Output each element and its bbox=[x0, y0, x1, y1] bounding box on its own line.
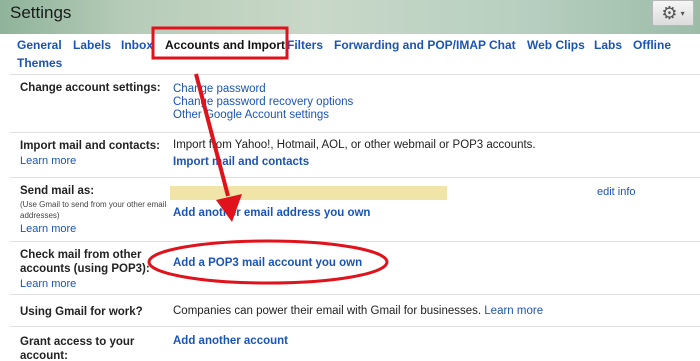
row-content: Add a POP3 mail account you own bbox=[173, 257, 693, 270]
tab-filters[interactable]: Filters bbox=[287, 38, 323, 52]
change-recovery-options-link[interactable]: Change password recovery options bbox=[173, 96, 693, 109]
tab-web-clips[interactable]: Web Clips bbox=[527, 38, 585, 52]
row-label: Check mail from other accounts (using PO… bbox=[20, 248, 170, 291]
add-another-account-link[interactable]: Add another account bbox=[173, 335, 288, 347]
settings-tabs: General Labels Inbox Accounts and Import… bbox=[10, 34, 700, 74]
chevron-down-icon: ▾ bbox=[680, 8, 685, 18]
add-email-address-link[interactable]: Add another email address you own bbox=[173, 207, 370, 219]
tab-forwarding-pop-imap[interactable]: Forwarding and POP/IMAP bbox=[334, 38, 486, 52]
redacted-email-address bbox=[170, 186, 447, 200]
row-label: Change account settings: bbox=[20, 82, 161, 94]
add-pop3-account-link[interactable]: Add a POP3 mail account you own bbox=[173, 257, 362, 269]
check-mail-label: Check mail from other accounts (using PO… bbox=[20, 249, 150, 275]
row-content: Add another email address you own bbox=[173, 207, 693, 220]
row-content: Add another account bbox=[173, 335, 693, 348]
tab-inbox[interactable]: Inbox bbox=[121, 38, 153, 52]
gmail-for-work-text: Companies can power their email with Gma… bbox=[173, 305, 482, 317]
page-title: Settings bbox=[10, 3, 72, 22]
learn-more-link[interactable]: Learn more bbox=[484, 305, 543, 317]
gear-icon: ⚙ bbox=[661, 3, 678, 23]
learn-more-link[interactable]: Learn more bbox=[20, 277, 170, 291]
row-content: Import from Yahoo!, Hotmail, AOL, or oth… bbox=[173, 139, 693, 169]
row-label: Send mail as: (Use Gmail to send from yo… bbox=[20, 184, 170, 236]
change-password-link[interactable]: Change password bbox=[173, 83, 693, 96]
tab-general[interactable]: General bbox=[17, 38, 62, 52]
tab-accounts-and-import[interactable]: Accounts and Import bbox=[165, 38, 285, 52]
settings-gear-button[interactable]: ⚙ ▾ bbox=[652, 0, 694, 26]
row-label: Import mail and contacts: Learn more bbox=[20, 139, 170, 168]
edit-info-link[interactable]: edit info bbox=[597, 186, 636, 198]
row-content: Companies can power their email with Gma… bbox=[173, 305, 693, 318]
learn-more-link[interactable]: Learn more bbox=[20, 154, 170, 168]
row-send-mail-as: Send mail as: (Use Gmail to send from yo… bbox=[10, 177, 700, 241]
learn-more-link[interactable]: Learn more bbox=[20, 222, 170, 236]
settings-header: Settings ⚙ ▾ bbox=[0, 0, 700, 34]
row-label: Using Gmail for work? bbox=[20, 306, 143, 318]
import-label: Import mail and contacts: bbox=[20, 140, 160, 152]
row-gmail-for-work: Using Gmail for work? Companies can powe… bbox=[10, 294, 700, 326]
tab-labels[interactable]: Labels bbox=[73, 38, 111, 52]
tab-labs[interactable]: Labs bbox=[594, 38, 622, 52]
row-change-account-settings: Change account settings: Change password… bbox=[10, 74, 700, 132]
import-description: Import from Yahoo!, Hotmail, AOL, or oth… bbox=[173, 139, 536, 151]
row-check-mail-pop3: Check mail from other accounts (using PO… bbox=[10, 241, 700, 294]
import-mail-contacts-link[interactable]: Import mail and contacts bbox=[173, 156, 693, 169]
send-mail-as-label: Send mail as: bbox=[20, 185, 95, 197]
other-google-account-settings-link[interactable]: Other Google Account settings bbox=[173, 109, 693, 122]
row-content: Change password Change password recovery… bbox=[173, 83, 693, 122]
tab-themes[interactable]: Themes bbox=[17, 56, 62, 70]
tab-chat[interactable]: Chat bbox=[489, 38, 516, 52]
row-import-mail: Import mail and contacts: Learn more Imp… bbox=[10, 132, 700, 177]
send-mail-as-hint: (Use Gmail to send from your other email… bbox=[20, 200, 167, 220]
row-label: Grant access to your account: bbox=[20, 336, 135, 361]
row-grant-access: Grant access to your account: Add anothe… bbox=[10, 326, 700, 361]
tab-offline[interactable]: Offline bbox=[633, 38, 671, 52]
